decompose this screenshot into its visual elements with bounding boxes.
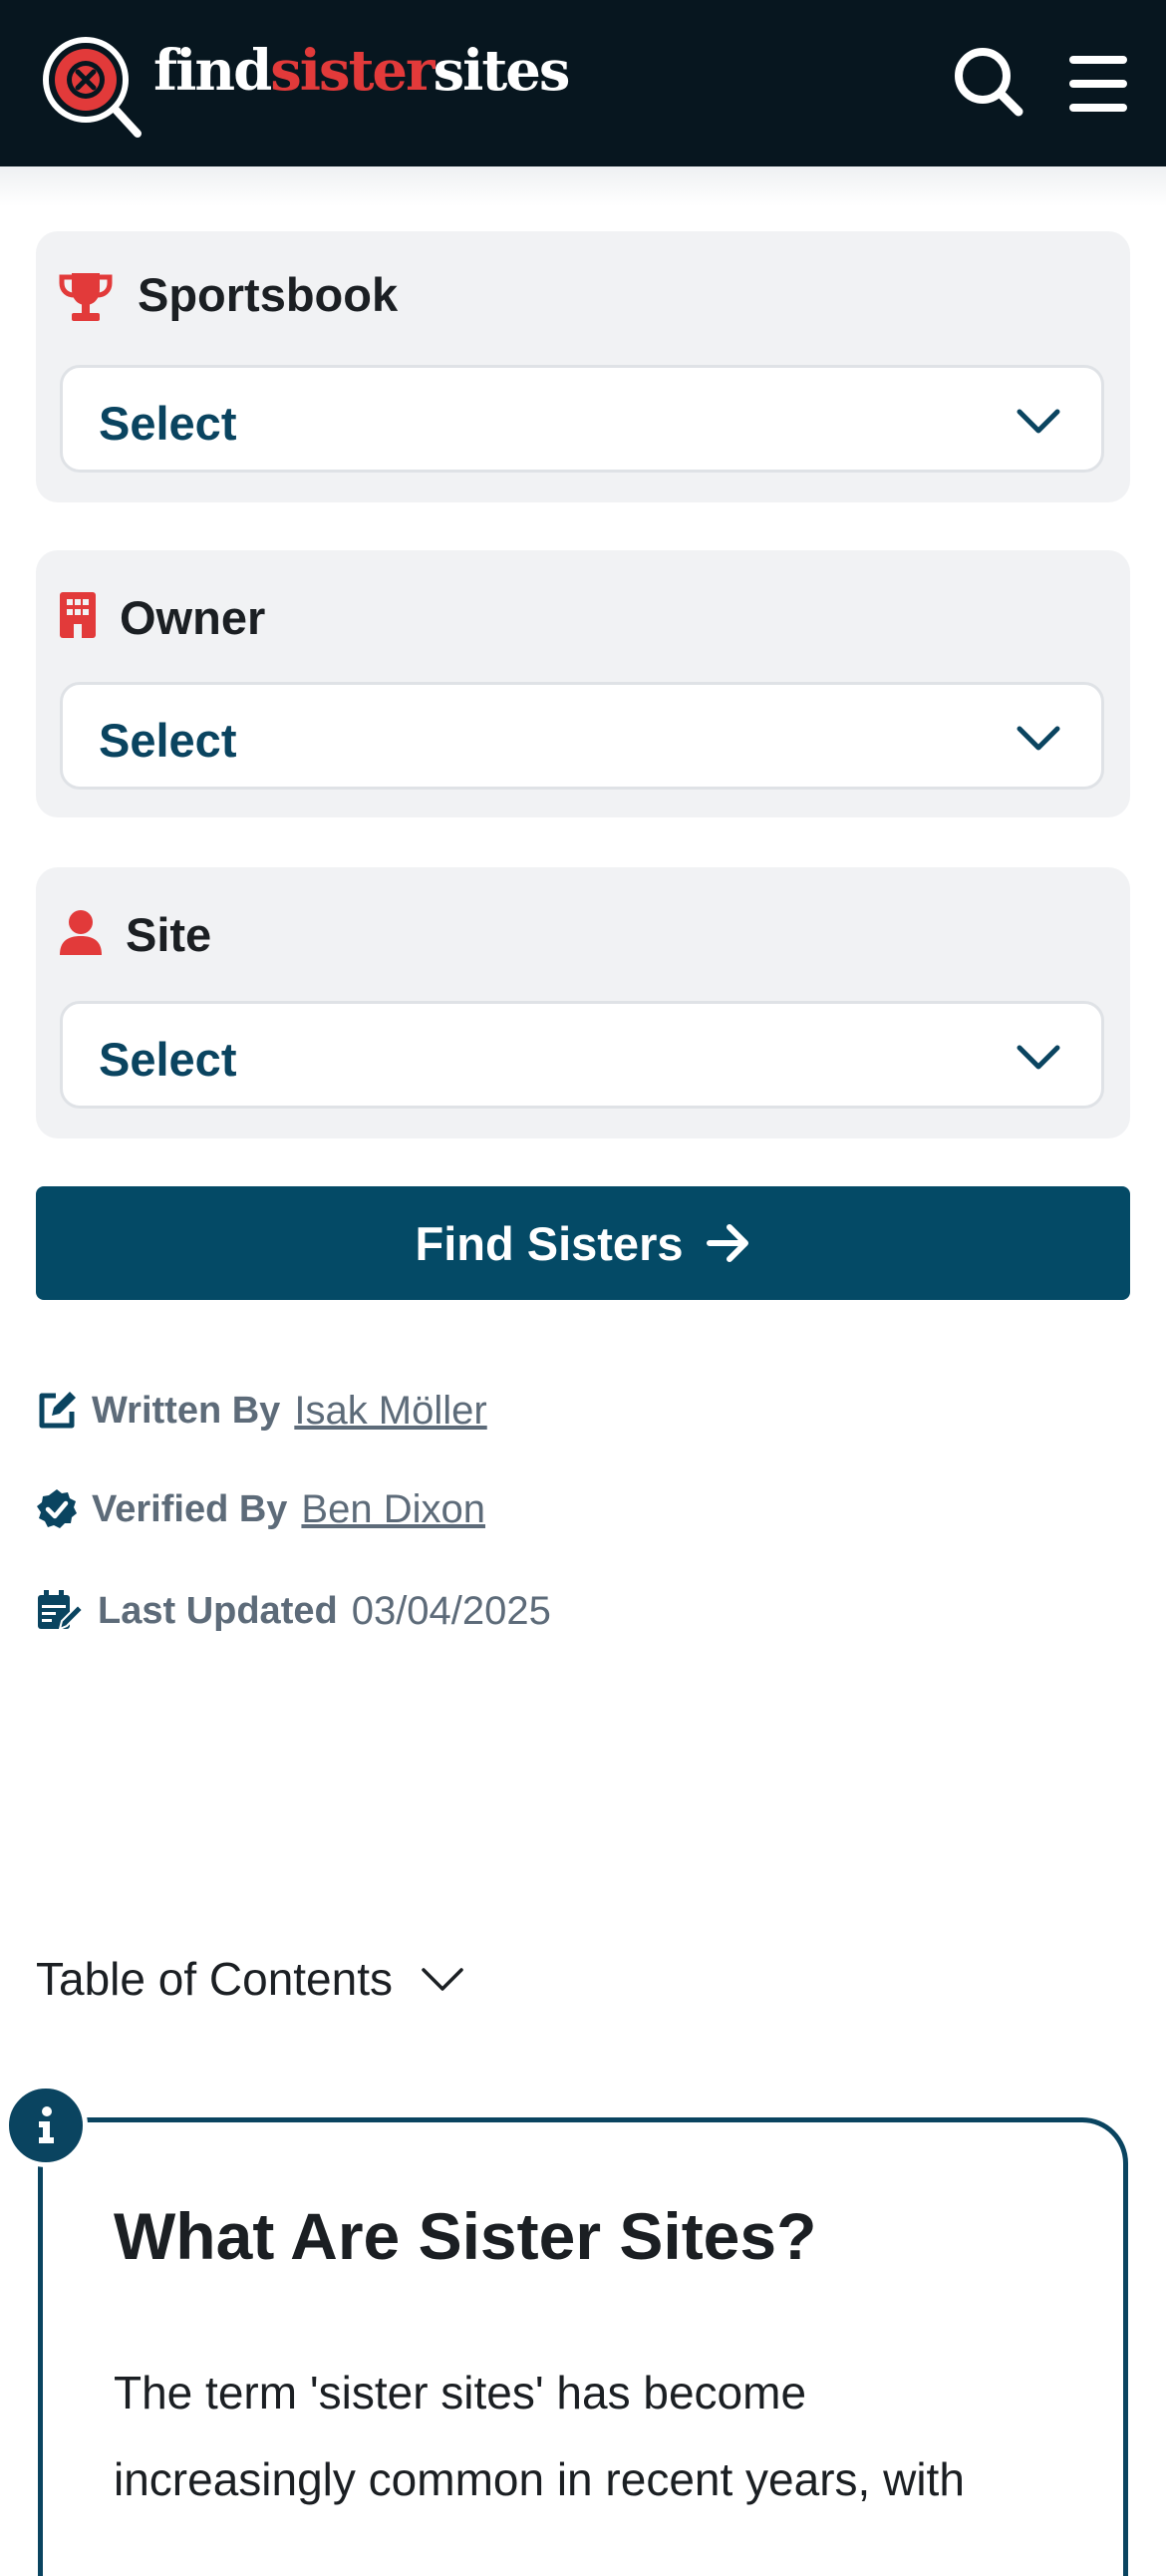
site-select[interactable]: Select: [60, 1001, 1104, 1109]
info-icon: [39, 2106, 54, 2143]
verified-by-row: Verified By Ben Dixon: [36, 1482, 485, 1536]
owner-filter-card: Owner Select: [36, 550, 1130, 817]
toc-label: Table of Contents: [36, 1953, 394, 2005]
owner-select-value: Select: [99, 714, 237, 767]
edit-icon: [39, 1392, 76, 1429]
trophy-icon: [59, 273, 113, 321]
header-search-button[interactable]: [949, 40, 1028, 128]
sportsbook-filter-card: Sportsbook Select: [36, 231, 1130, 502]
last-updated-date: 03/04/2025: [351, 1588, 551, 1633]
calendar-edit-icon: [38, 1590, 84, 1631]
verified-by-label: Verified By: [92, 1487, 288, 1530]
info-card-title: What Are Sister Sites?: [114, 2199, 817, 2273]
last-updated-row: Last Updated 03/04/2025: [36, 1584, 551, 1638]
site-filter-card: Site Select: [36, 867, 1130, 1138]
search-icon: [955, 48, 1023, 117]
chevron-down-icon: [1017, 409, 1060, 434]
header-menu-button[interactable]: [1060, 40, 1140, 128]
arrow-right-icon: [706, 1224, 748, 1262]
header-shadow: [0, 166, 1166, 206]
info-body-line: increasingly common in recent years, wit…: [114, 2453, 965, 2505]
sportsbook-select-value: Select: [99, 397, 237, 450]
table-of-contents-toggle[interactable]: Table of Contents: [36, 1944, 464, 2014]
written-by-label: Written By: [92, 1389, 281, 1432]
info-body-line: The term 'sister sites' has become: [114, 2367, 807, 2418]
logo-prefix: find: [153, 38, 272, 104]
roulette-magnifier-logo-icon[interactable]: [40, 34, 144, 142]
find-sisters-button[interactable]: Find Sisters: [36, 1186, 1130, 1300]
user-icon: [60, 910, 102, 955]
find-sisters-label: Find Sisters: [415, 1216, 684, 1270]
owner-label: Owner: [120, 591, 266, 644]
verifier-link[interactable]: Ben Dixon: [301, 1487, 485, 1532]
chevron-down-icon: [1017, 726, 1060, 751]
building-icon: [60, 592, 96, 638]
site-logo-text[interactable]: findsistersites: [153, 43, 570, 99]
info-badge: [4, 2084, 88, 2167]
site-header: findsistersites: [0, 0, 1166, 166]
chevron-down-icon: [1017, 1045, 1060, 1070]
written-by-row: Written By Isak Möller: [36, 1384, 487, 1438]
hamburger-menu-icon: [1069, 56, 1127, 112]
sportsbook-label: Sportsbook: [138, 268, 399, 321]
site-label: Site: [126, 908, 212, 961]
chevron-down-icon: [422, 1968, 463, 1991]
author-link[interactable]: Isak Möller: [294, 1389, 486, 1434]
verified-badge-icon: [37, 1489, 77, 1528]
info-card-body: The term 'sister sites' has become incre…: [114, 2350, 1070, 2523]
sportsbook-select[interactable]: Select: [60, 365, 1104, 473]
logo-suffix: sites: [433, 38, 571, 104]
site-select-value: Select: [99, 1033, 237, 1086]
owner-select[interactable]: Select: [60, 682, 1104, 790]
logo-highlight: sister: [270, 38, 435, 104]
last-updated-label: Last Updated: [98, 1589, 338, 1632]
